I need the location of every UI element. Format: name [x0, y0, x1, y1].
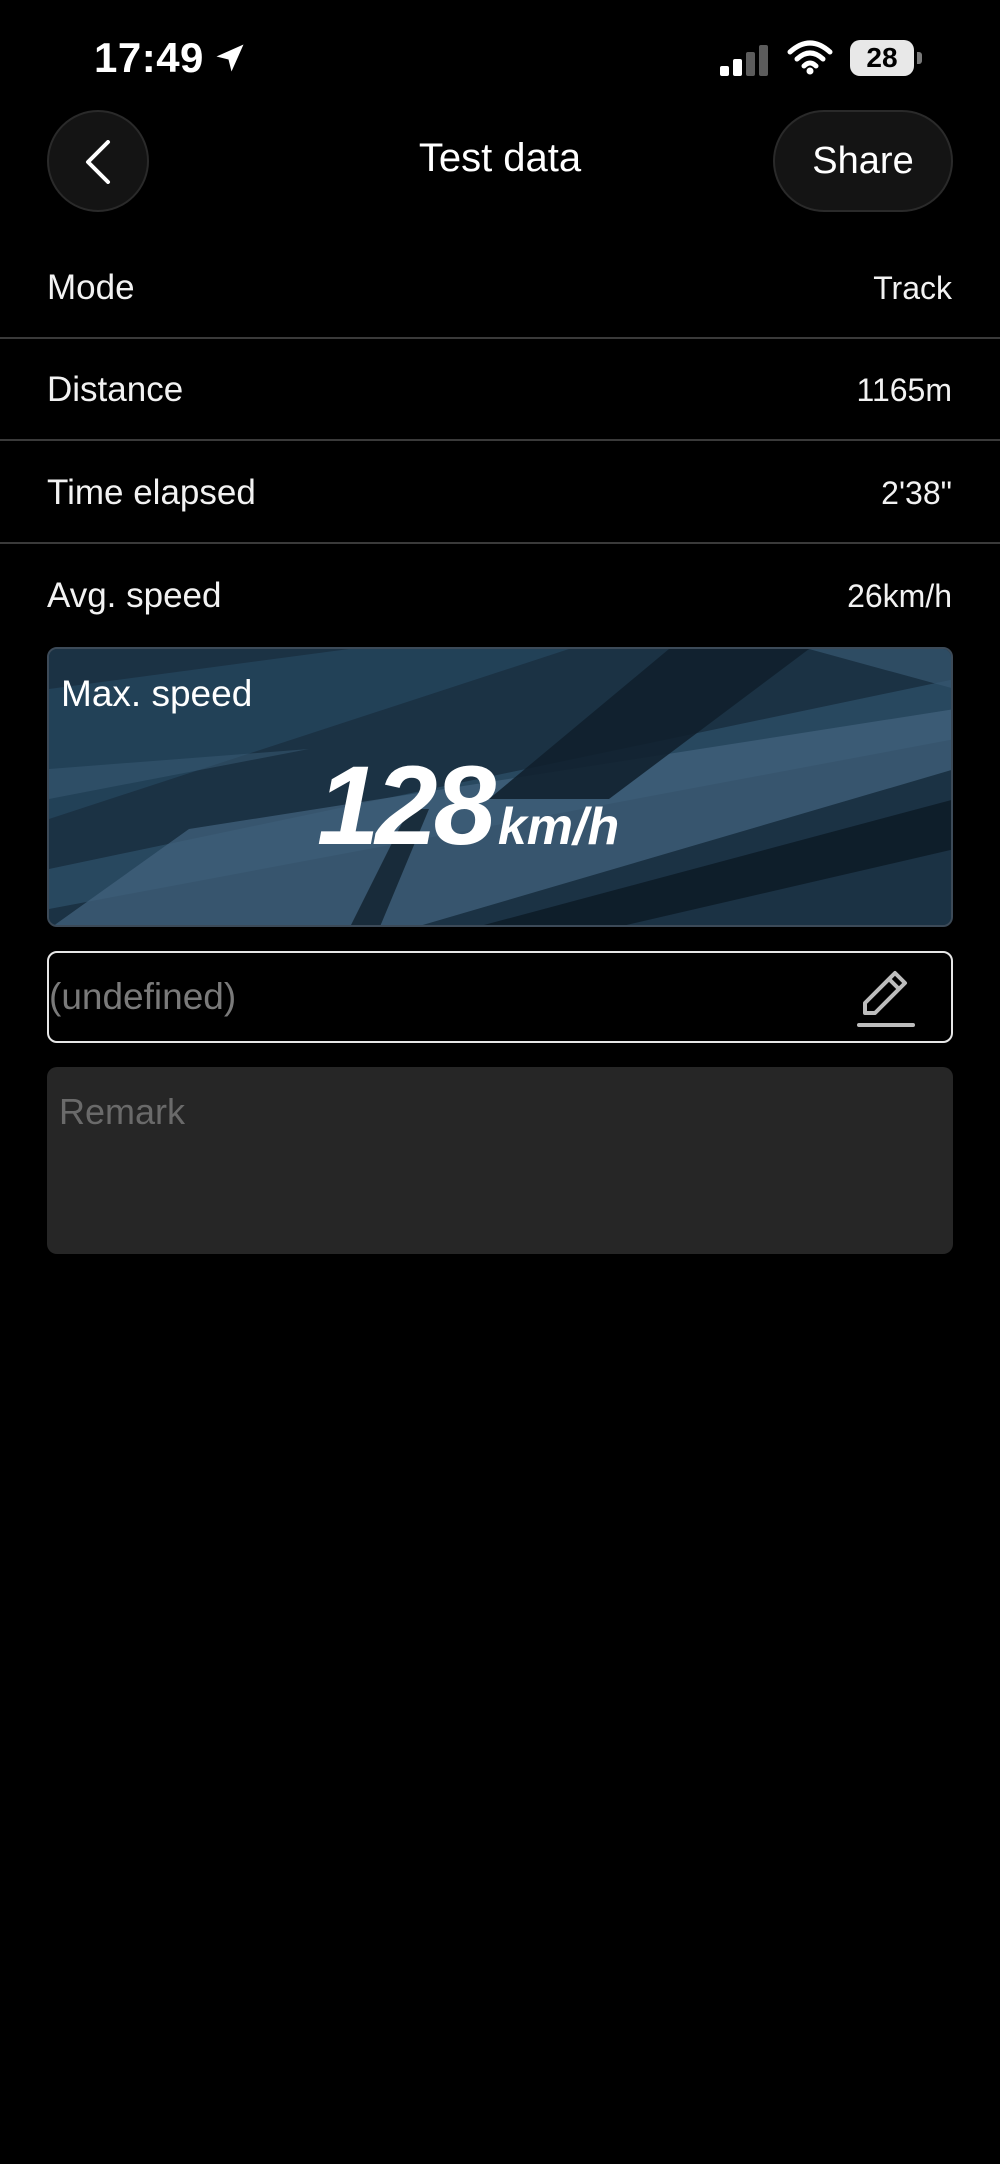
battery-icon: 28: [850, 40, 924, 76]
wifi-icon: [787, 40, 833, 75]
detail-row-distance: Distance 1165m: [0, 339, 1000, 441]
divider: [0, 439, 1000, 441]
share-button[interactable]: Share: [773, 110, 953, 212]
status-bar: 17:49 28: [0, 0, 1000, 110]
detail-row-time-elapsed: Time elapsed 2'38": [0, 442, 1000, 544]
detail-row-avg-speed: Avg. speed 26km/h: [0, 545, 1000, 647]
divider: [0, 542, 1000, 544]
status-time: 17:49: [94, 34, 204, 81]
max-speed-unit: km/h: [497, 798, 620, 856]
max-speed-number: 128: [317, 743, 496, 868]
row-value: Track: [873, 270, 952, 306]
detail-row-mode: Mode Track: [0, 237, 1000, 339]
remark-placeholder: Remark: [59, 1091, 186, 1132]
row-label: Time elapsed: [47, 473, 256, 512]
name-field[interactable]: (undefined): [47, 951, 953, 1043]
name-field-value: (undefined): [49, 976, 237, 1017]
location-arrow-icon: [216, 44, 244, 72]
battery-level: 28: [866, 42, 898, 73]
row-label: Mode: [47, 268, 135, 307]
signal-icon: [720, 45, 768, 76]
row-value: 2'38": [881, 475, 952, 511]
max-speed-card: Max. speed 128 km/h: [47, 647, 953, 927]
max-speed-value: 128 km/h: [317, 741, 619, 870]
remark-textarea[interactable]: Remark: [47, 1067, 953, 1254]
battery-cap: [917, 52, 922, 64]
row-label: Avg. speed: [47, 576, 222, 615]
row-label: Distance: [47, 370, 184, 409]
pencil-icon[interactable]: [851, 963, 921, 1033]
row-value: 1165m: [856, 372, 952, 408]
row-value: 26km/h: [847, 578, 952, 614]
max-speed-label: Max. speed: [61, 673, 253, 714]
